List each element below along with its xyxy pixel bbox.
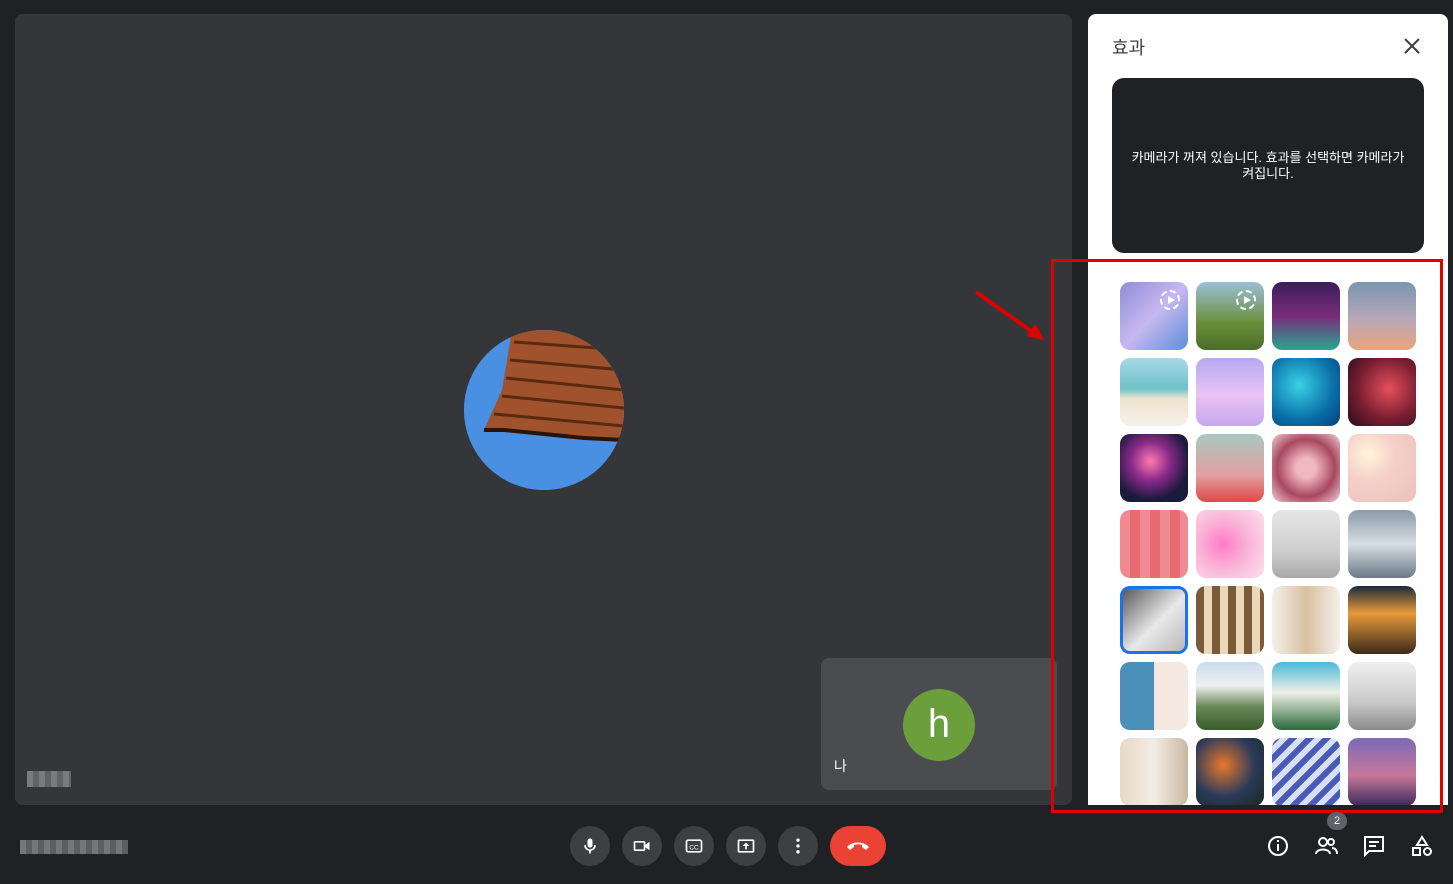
effect-fireworks-thumbnail[interactable] xyxy=(1120,434,1188,502)
closed-captions-icon: CC xyxy=(685,839,703,853)
effect-classroom-thumbnail[interactable] xyxy=(1120,282,1188,350)
microphone-button[interactable] xyxy=(570,826,610,866)
chat-button[interactable] xyxy=(1360,832,1388,860)
effect-pink-bokeh-thumbnail[interactable] xyxy=(1348,434,1416,502)
roof-photo xyxy=(464,330,624,490)
panel-title: 효과 xyxy=(1112,38,1146,58)
effect-shelves-thumbnail[interactable] xyxy=(1272,586,1340,654)
effect-galaxy-thumbnail[interactable] xyxy=(1348,358,1416,426)
people-button[interactable] xyxy=(1312,832,1340,860)
self-label: 나 xyxy=(834,758,847,774)
effect-pink-clouds-thumbnail[interactable] xyxy=(1196,358,1264,426)
present-screen-icon xyxy=(737,839,755,853)
blurred-name xyxy=(27,771,71,787)
effect-city-night-thumbnail[interactable] xyxy=(1348,738,1416,805)
self-view-tile[interactable]: h 나 xyxy=(821,658,1057,790)
animated-play-icon xyxy=(1160,290,1180,310)
camera-button[interactable] xyxy=(622,826,662,866)
effect-underwater-thumbnail[interactable] xyxy=(1272,358,1340,426)
effects-panel: 효과 카메라가 꺼져 있습니다. 효과를 선택하면 카메라가 켜집니다. xyxy=(1088,14,1448,805)
effects-grid xyxy=(1120,282,1420,805)
effect-bookshelf-thumbnail[interactable] xyxy=(1196,586,1264,654)
more-vert-icon xyxy=(796,838,800,854)
hang-up-icon xyxy=(847,842,869,850)
participants-count-badge: 2 xyxy=(1327,812,1347,830)
meeting-details-button[interactable] xyxy=(1264,832,1292,860)
effect-bright-room-thumbnail[interactable] xyxy=(1120,586,1188,654)
participant-avatar xyxy=(464,330,624,490)
close-icon[interactable] xyxy=(1400,34,1424,58)
leave-call-button[interactable] xyxy=(830,826,886,866)
annotation-arrow xyxy=(974,290,1044,340)
effect-horses-thumbnail[interactable] xyxy=(1348,662,1416,730)
effect-ferns-thumbnail[interactable] xyxy=(1272,738,1340,805)
preview-message: 카메라가 꺼져 있습니다. 효과를 선택하면 카메라가 켜집니다. xyxy=(1131,149,1405,181)
effect-party-thumbnail[interactable] xyxy=(1272,282,1340,350)
video-camera-icon xyxy=(633,841,650,851)
present-screen-button[interactable] xyxy=(726,826,766,866)
people-icon xyxy=(1315,837,1338,855)
effect-seaside-window-thumbnail[interactable] xyxy=(1120,662,1188,730)
effect-tropical-beach-thumbnail[interactable] xyxy=(1272,662,1340,730)
self-avatar: h xyxy=(903,689,975,761)
effect-forest-thumbnail[interactable] xyxy=(1196,282,1264,350)
chat-icon xyxy=(1364,836,1384,858)
effect-sunset-sky-thumbnail[interactable] xyxy=(1348,282,1416,350)
camera-preview: 카메라가 꺼져 있습니다. 효과를 선택하면 카메라가 켜집니다. xyxy=(1112,78,1424,253)
activities-shapes-icon xyxy=(1412,835,1432,856)
main-video-stage: h 나 xyxy=(15,14,1072,805)
info-icon xyxy=(1268,836,1288,856)
effect-gallery-wall-thumbnail[interactable] xyxy=(1272,510,1340,578)
animated-play-icon xyxy=(1236,290,1256,310)
effect-petals-thumbnail[interactable] xyxy=(1196,510,1264,578)
microphone-icon xyxy=(584,838,596,854)
effect-pink-pattern-thumbnail[interactable] xyxy=(1120,510,1188,578)
captions-button[interactable]: CC xyxy=(674,826,714,866)
bottom-toolbar: CC xyxy=(0,806,1453,884)
effect-autumn-leaves-thumbnail[interactable] xyxy=(1196,738,1264,805)
effect-roses-thumbnail[interactable] xyxy=(1272,434,1340,502)
effect-glass-ceiling-thumbnail[interactable] xyxy=(1348,510,1416,578)
svg-text:CC: CC xyxy=(689,844,699,851)
activities-button[interactable] xyxy=(1408,832,1436,860)
effect-cafe-thumbnail[interactable] xyxy=(1348,586,1416,654)
blurred-meeting-code xyxy=(20,840,128,854)
effect-kitchen-thumbnail[interactable] xyxy=(1120,738,1188,805)
effect-flowers-sky-thumbnail[interactable] xyxy=(1196,434,1264,502)
effect-mountains-thumbnail[interactable] xyxy=(1196,662,1264,730)
effect-beach-thumbnail[interactable] xyxy=(1120,358,1188,426)
more-options-button[interactable] xyxy=(778,826,818,866)
